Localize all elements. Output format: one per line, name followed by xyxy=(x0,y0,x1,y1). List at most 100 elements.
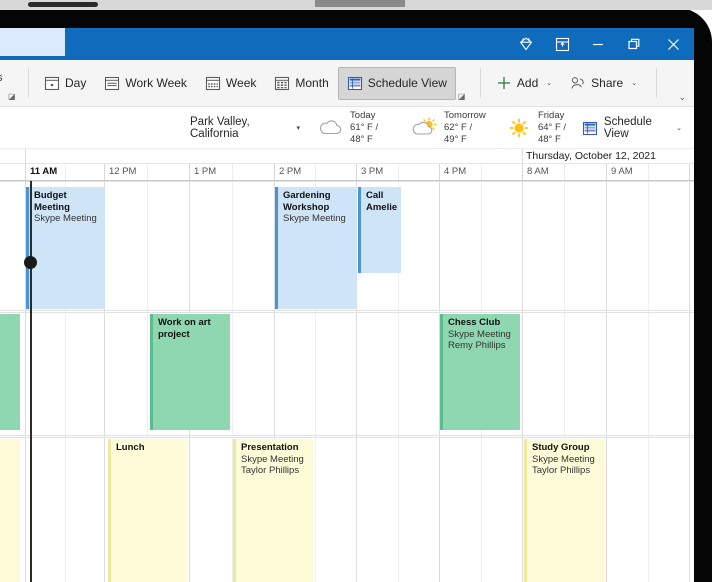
timehead-half-3 xyxy=(232,164,233,180)
restore-icon[interactable] xyxy=(616,28,652,60)
calendar-event-study-group[interactable]: Study Group Skype Meeting Taylor Phillip… xyxy=(524,439,606,582)
timehead-half-5 xyxy=(398,164,399,180)
ribbon-collapse-icon[interactable]: ⌄ xyxy=(678,92,686,103)
ribbon-separator-3 xyxy=(656,68,657,98)
share-icon xyxy=(570,75,586,91)
event-title: Call Amelie xyxy=(366,190,397,213)
add-calendar-button[interactable]: Add ⌄ xyxy=(487,67,561,100)
grid-line-half-8 xyxy=(648,181,649,582)
view-button-day[interactable]: Day xyxy=(35,67,95,100)
ribbon-group-clipped-label: s xyxy=(0,72,3,84)
calendar-event-chess-club[interactable]: Chess Club Skype Meeting Remy Phillips xyxy=(440,314,520,430)
chevron-down-icon-add[interactable]: ⌄ xyxy=(546,79,552,87)
timehead-half-1 xyxy=(65,164,66,180)
arrange-group-launcher[interactable]: ◪ xyxy=(456,60,474,107)
calendar-date-header: Thursday, October 12, 2021 xyxy=(0,149,694,164)
view-button-week[interactable]: Week xyxy=(196,67,265,100)
grid-line-end xyxy=(689,181,690,582)
weather-today-text: Today 61° F / 48° F xyxy=(350,110,394,146)
row-separator-1b xyxy=(0,312,694,313)
current-time-line xyxy=(30,181,32,582)
time-tick-12pm: 12 PM xyxy=(105,166,136,177)
partly-sunny-icon xyxy=(412,117,438,139)
time-tick-8am: 8 AM xyxy=(523,166,549,177)
timehead-divider-end xyxy=(689,164,690,180)
chevron-down-icon-share[interactable]: ⌄ xyxy=(631,79,637,87)
calendar-event-gardening-workshop[interactable]: Gardening Workshop Skype Meeting xyxy=(275,187,357,309)
calendar-event-call-amelie[interactable]: Call Amelie xyxy=(358,187,401,273)
weather-friday-temps: 64° F / 48° F xyxy=(538,122,566,145)
weather-tomorrow-day: Tomorrow xyxy=(444,110,486,121)
event-title: Lunch xyxy=(116,442,184,454)
row-separator-2 xyxy=(0,435,694,436)
weather-day-friday[interactable]: Friday 64° F / 48° F xyxy=(506,110,582,146)
calendar-event-green-clipped[interactable] xyxy=(0,314,20,430)
timehead-half-8 xyxy=(648,164,649,180)
diamond-icon[interactable] xyxy=(508,28,544,60)
calendar-event-yellow-clipped[interactable] xyxy=(0,439,20,582)
time-tick-4pm: 4 PM xyxy=(440,166,466,177)
dialog-launcher-icon-2[interactable]: ◪ xyxy=(458,92,466,101)
work-week-view-icon xyxy=(104,75,120,91)
dialog-launcher-icon-1[interactable]: ◪ xyxy=(8,92,17,101)
view-selector-dropdown[interactable]: Schedule View ⌄ xyxy=(582,116,694,140)
outer-scrollbar-strip[interactable] xyxy=(0,0,712,10)
view-button-work-week-label: Work Week xyxy=(125,76,187,90)
week-view-icon xyxy=(205,75,221,91)
calendar-grid[interactable]: Budget Meeting Skype Meeting Gardening W… xyxy=(0,181,694,582)
chevron-down-icon-location[interactable]: ▾ xyxy=(297,124,301,132)
time-tick-11am: 11 AM xyxy=(26,166,57,177)
weather-location-label: Park Valley, California xyxy=(190,116,288,140)
grid-line-8am xyxy=(522,181,523,582)
minimize-icon[interactable] xyxy=(580,28,616,60)
time-tick-1pm: 1 PM xyxy=(190,166,216,177)
event-title: Presentation xyxy=(241,442,309,454)
ribbon-group-clipped: s ◪ xyxy=(0,60,22,107)
share-calendar-button[interactable]: Share ⌄ xyxy=(561,67,646,100)
weather-today-day: Today xyxy=(350,110,375,121)
time-tick-9am: 9 AM xyxy=(607,166,633,177)
view-selector-label: Schedule View xyxy=(604,116,667,140)
row-separator-top xyxy=(0,181,694,182)
scrollbar-thumb-right[interactable] xyxy=(315,0,405,7)
view-button-work-week[interactable]: Work Week xyxy=(95,67,196,100)
share-calendar-label: Share xyxy=(591,76,623,90)
window-controls xyxy=(508,28,694,60)
row-separator-2b xyxy=(0,437,694,438)
view-button-schedule-view[interactable]: Schedule View xyxy=(338,67,456,100)
outlook-calendar-window: s ◪ Day xyxy=(0,28,694,582)
plus-icon xyxy=(496,75,512,91)
weather-day-today[interactable]: Today 61° F / 48° F xyxy=(318,110,394,146)
calendar-time-header: 11 AM 12 PM 1 PM 2 PM 3 PM 4 PM 8 AM 9 A… xyxy=(0,164,694,181)
calendar-event-budget-meeting[interactable]: Budget Meeting Skype Meeting xyxy=(26,187,105,309)
current-time-marker xyxy=(24,256,37,269)
weather-tomorrow-temps: 62° F / 49° F xyxy=(444,122,472,145)
month-view-icon xyxy=(274,75,290,91)
view-button-month[interactable]: Month xyxy=(265,67,337,100)
view-button-day-label: Day xyxy=(65,76,86,90)
event-title: Study Group xyxy=(532,442,602,454)
chevron-down-icon-view[interactable]: ⌄ xyxy=(676,124,682,132)
close-icon[interactable] xyxy=(652,28,694,60)
weather-tomorrow-text: Tomorrow 62° F / 49° F xyxy=(444,110,488,146)
time-tick-3pm: 3 PM xyxy=(357,166,383,177)
schedule-view-icon-small xyxy=(582,120,598,136)
weather-bar: Park Valley, California ▾ Today 61° F / … xyxy=(0,107,694,149)
row-separator-1 xyxy=(0,310,694,311)
grid-line-9am xyxy=(606,181,607,582)
ribbon-separator-1 xyxy=(28,68,29,98)
scrollbar-thumb-left[interactable] xyxy=(28,2,98,7)
view-button-month-label: Month xyxy=(295,76,328,90)
weather-today-temps: 61° F / 48° F xyxy=(350,122,378,145)
calendar-event-work-on-art-project[interactable]: Work on art project xyxy=(150,314,230,430)
event-attendee: Remy Phillips xyxy=(448,340,516,352)
weather-day-tomorrow[interactable]: Tomorrow 62° F / 49° F xyxy=(412,110,488,146)
datehead-divider-1 xyxy=(25,149,26,163)
timehead-half-6 xyxy=(481,164,482,180)
active-tab-chip[interactable] xyxy=(0,28,65,56)
event-title: Work on art project xyxy=(158,317,226,340)
calendar-event-lunch[interactable]: Lunch xyxy=(108,439,188,582)
ribbon-display-options-icon[interactable] xyxy=(544,28,580,60)
calendar-event-presentation[interactable]: Presentation Skype Meeting Taylor Philli… xyxy=(233,439,313,582)
weather-location-selector[interactable]: Park Valley, California ▾ xyxy=(190,116,300,140)
